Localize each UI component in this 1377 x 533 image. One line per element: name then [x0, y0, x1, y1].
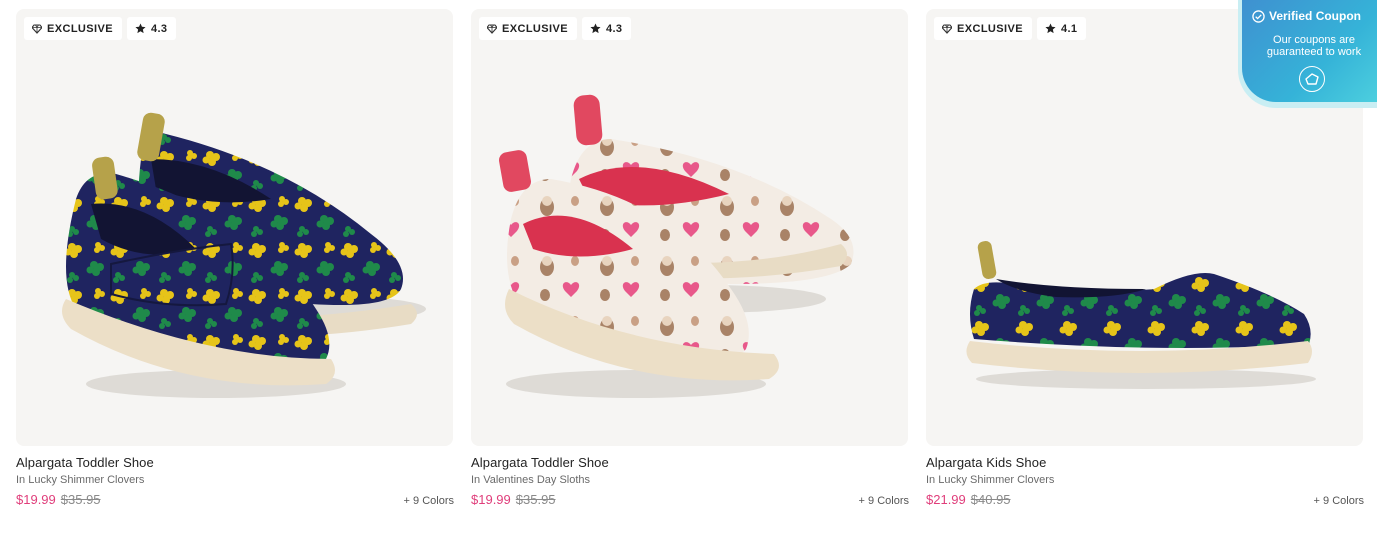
exclusive-badge: EXCLUSIVE: [479, 17, 577, 40]
star-icon: [1045, 23, 1056, 34]
product-image-link[interactable]: EXCLUSIVE 4.3: [471, 9, 908, 446]
price-row: $19.99 $35.95: [16, 492, 101, 507]
exclusive-badge: EXCLUSIVE: [24, 17, 122, 40]
rating-value: 4.3: [150, 22, 168, 35]
product-title[interactable]: Alpargata Kids Shoe: [926, 455, 1046, 470]
rating-badge: 4.3: [581, 17, 632, 40]
coupon-title-row: Verified Coupon: [1252, 9, 1361, 23]
sale-price: $21.99: [926, 492, 966, 507]
more-colors-link[interactable]: + 9 Colors: [404, 495, 454, 507]
rating-value: 4.3: [605, 22, 623, 35]
exclusive-label: EXCLUSIVE: [502, 22, 568, 35]
exclusive-label: EXCLUSIVE: [47, 22, 113, 35]
badge-row: EXCLUSIVE 4.1: [934, 17, 1087, 40]
product-card: EXCLUSIVE 4.3 Alpargata Toddler Shoe In …: [16, 9, 454, 516]
original-price: $40.95: [970, 492, 1011, 507]
sale-price: $19.99: [471, 492, 511, 507]
rating-value: 4.1: [1060, 22, 1078, 35]
product-variant: In Valentines Day Sloths: [471, 474, 591, 486]
product-image: [499, 94, 854, 398]
product-info: Alpargata Toddler Shoe In Lucky Shimmer …: [16, 446, 454, 516]
price-row: $21.99 $40.95: [926, 492, 1011, 507]
more-colors-link[interactable]: + 9 Colors: [1314, 495, 1364, 507]
product-title[interactable]: Alpargata Toddler Shoe: [16, 455, 154, 470]
badge-row: EXCLUSIVE 4.3: [479, 17, 632, 40]
more-colors-link[interactable]: + 9 Colors: [859, 495, 909, 507]
product-image: [62, 112, 426, 398]
diamond-icon: [942, 23, 952, 34]
exclusive-label: EXCLUSIVE: [957, 22, 1023, 35]
check-circle-icon: [1252, 9, 1265, 23]
product-info: Alpargata Kids Shoe In Lucky Shimmer Clo…: [926, 446, 1364, 516]
coupon-description: Our coupons are guaranteed to work: [1266, 34, 1362, 58]
original-price: $35.95: [60, 492, 101, 507]
diamond-icon: [487, 23, 497, 34]
badge-row: EXCLUSIVE 4.3: [24, 17, 177, 40]
star-icon: [590, 23, 601, 34]
product-card: EXCLUSIVE 4.3 Alpargata Toddler Shoe In …: [471, 9, 909, 516]
verified-coupon-widget: Verified Coupon Our coupons are guarante…: [1238, 0, 1377, 108]
diamond-icon: [32, 23, 42, 34]
rating-badge: 4.3: [126, 17, 177, 40]
exclusive-badge: EXCLUSIVE: [934, 17, 1032, 40]
rating-badge: 4.1: [1036, 17, 1087, 40]
product-variant: In Lucky Shimmer Clovers: [16, 474, 145, 486]
product-image-link[interactable]: EXCLUSIVE 4.3: [16, 9, 453, 446]
original-price: $35.95: [515, 492, 556, 507]
verified-coupon-button[interactable]: Verified Coupon Our coupons are guarante…: [1242, 0, 1377, 102]
product-variant: In Lucky Shimmer Clovers: [926, 474, 1055, 486]
star-icon: [135, 23, 146, 34]
coupon-logo-icon: [1299, 66, 1325, 92]
price-row: $19.99 $35.95: [471, 492, 556, 507]
product-title[interactable]: Alpargata Toddler Shoe: [471, 455, 609, 470]
coupon-title: Verified Coupon: [1269, 9, 1362, 23]
product-grid: EXCLUSIVE 4.3 Alpargata Toddler Shoe In …: [16, 9, 1364, 516]
sale-price: $19.99: [16, 492, 56, 507]
product-info: Alpargata Toddler Shoe In Valentines Day…: [471, 446, 909, 516]
